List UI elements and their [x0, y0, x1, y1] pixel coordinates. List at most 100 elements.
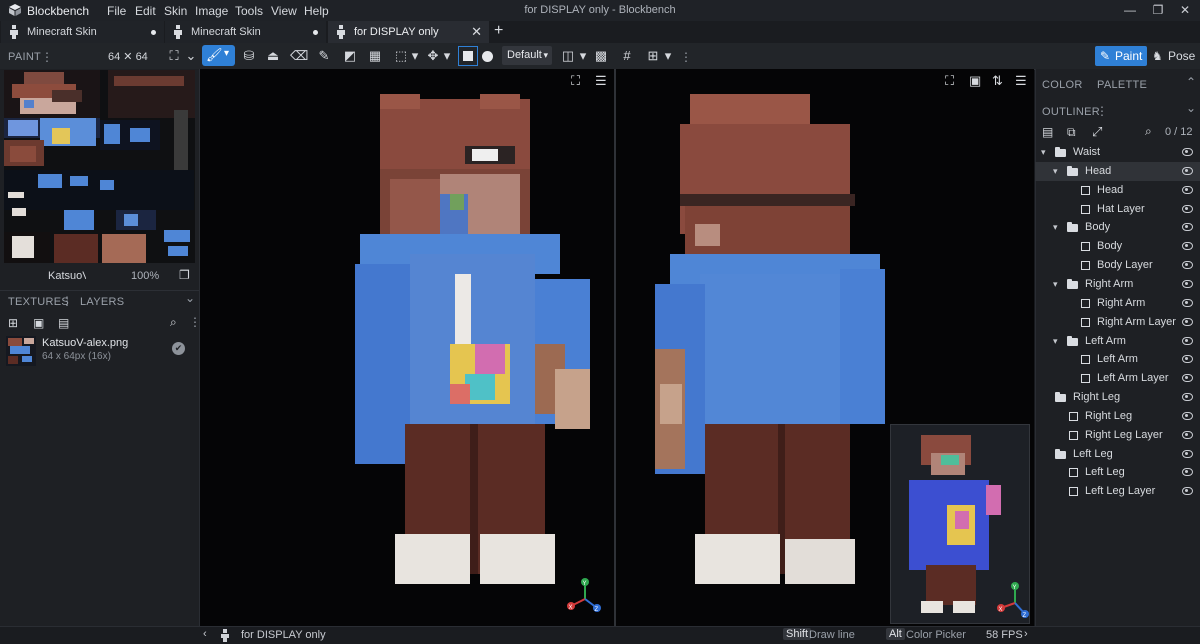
visibility-eye-icon[interactable] — [1182, 223, 1193, 231]
search-icon[interactable]: ⌕ — [1145, 124, 1152, 139]
fullscreen-icon[interactable]: ⛶ — [571, 73, 580, 89]
outliner-row[interactable]: Left Arm — [1035, 350, 1200, 369]
axis-gizmo-icon[interactable]: Y X Z — [995, 579, 1035, 619]
chevron-down-icon[interactable]: ▾ — [1053, 275, 1058, 294]
outliner-row[interactable]: Right Leg — [1035, 388, 1200, 407]
visibility-eye-icon[interactable] — [1182, 337, 1193, 345]
outliner-row[interactable]: ▾ Waist — [1035, 143, 1200, 162]
visibility-eye-icon[interactable] — [1182, 280, 1193, 288]
visibility-eye-icon[interactable] — [1182, 186, 1193, 194]
outliner-row[interactable]: Body — [1035, 237, 1200, 256]
texture-list-item[interactable]: KatsuoV-alex.png 64 x 64px (16x) ✔ — [0, 334, 199, 366]
outliner-row[interactable]: ▾ Head — [1035, 162, 1200, 181]
add-cube-icon[interactable]: ▤ — [1042, 125, 1053, 139]
tab-minecraft-skin-1[interactable]: Minecraft Skin — [1, 21, 164, 43]
visibility-eye-icon[interactable] — [1182, 148, 1193, 156]
outliner-row[interactable]: Right Arm Layer — [1035, 313, 1200, 332]
tab-textures[interactable]: TEXTURES — [8, 296, 69, 308]
sort-icon[interactable]: ⇅ — [992, 73, 1003, 89]
square-brush-button[interactable] — [458, 46, 478, 66]
paint-menu-icon[interactable]: ⋮ — [41, 50, 53, 64]
view-menu-icon[interactable]: ☰ — [1015, 73, 1027, 89]
outliner-row[interactable]: Left Leg — [1035, 463, 1200, 482]
tab-minecraft-skin-2[interactable]: Minecraft Skin — [165, 21, 326, 43]
visibility-eye-icon[interactable] — [1182, 431, 1193, 439]
check-icon[interactable]: ✔ — [172, 342, 185, 355]
chevron-down-icon[interactable]: ▾ — [1053, 162, 1058, 181]
visibility-eye-icon[interactable] — [1182, 205, 1193, 213]
grid-icon[interactable]: # — [618, 47, 636, 65]
outliner-row[interactable]: ▾ Right Arm — [1035, 275, 1200, 294]
visibility-eye-icon[interactable] — [1182, 393, 1193, 401]
eraser-icon[interactable]: ⌫ — [290, 47, 308, 65]
eyedropper-icon[interactable]: ✎ — [315, 47, 333, 65]
axis-gizmo-icon[interactable]: Y X Z — [565, 574, 605, 614]
texture-folder-icon[interactable]: ▤ — [58, 316, 69, 330]
add-texture-icon[interactable]: ⊞ — [8, 316, 18, 330]
visibility-eye-icon[interactable] — [1182, 261, 1193, 269]
outliner-row[interactable]: ▾ Body — [1035, 218, 1200, 237]
outliner-row[interactable]: Left Arm Layer — [1035, 369, 1200, 388]
close-tab-icon[interactable]: ✕ — [471, 21, 482, 43]
outliner-menu-icon[interactable]: ⋮ — [1096, 104, 1108, 118]
outliner-row[interactable]: Body Layer — [1035, 256, 1200, 275]
maximize-icon[interactable]: ❐ — [1143, 1, 1173, 19]
chevron-up-icon[interactable]: ⌃ — [1186, 75, 1196, 89]
expand-icon[interactable]: ⤢ — [1092, 124, 1102, 140]
visibility-eye-icon[interactable] — [1182, 355, 1193, 363]
minimize-icon[interactable]: — — [1115, 1, 1145, 19]
chevron-down-icon[interactable]: ▾ — [438, 47, 456, 65]
brush-tool-button[interactable]: 🖌 ▾ — [202, 45, 235, 66]
checkerboard-icon[interactable]: ▩ — [592, 47, 610, 65]
fit-view-icon[interactable]: ⛶ — [165, 47, 183, 65]
visibility-eye-icon[interactable] — [1182, 299, 1193, 307]
outliner-row[interactable]: Right Leg Layer — [1035, 426, 1200, 445]
stamp-icon[interactable]: ⏏ — [264, 47, 282, 65]
outliner-row[interactable]: Head — [1035, 181, 1200, 200]
tab-color[interactable]: COLOR — [1042, 79, 1083, 91]
outliner-row[interactable]: ▾ Left Arm — [1035, 332, 1200, 351]
visibility-eye-icon[interactable] — [1182, 167, 1193, 175]
chevron-down-icon[interactable]: ▾ — [1053, 218, 1058, 237]
chevron-down-icon[interactable]: ⌄ — [1186, 101, 1196, 115]
visibility-eye-icon[interactable] — [1182, 318, 1193, 326]
view-menu-icon[interactable]: ☰ — [595, 73, 607, 89]
chevron-down-icon[interactable]: ▾ — [574, 47, 592, 65]
visibility-eye-icon[interactable] — [1182, 242, 1193, 250]
copy-brush-icon[interactable]: ▦ — [366, 47, 384, 65]
3d-viewport[interactable]: ⛶ ☰ ⛶ ▣ ⇅ ☰ Y X Z Y X Z — [200, 69, 1034, 626]
screenshot-icon[interactable]: ▣ — [969, 73, 981, 89]
pose-mode-button[interactable]: ♞ Pose — [1152, 46, 1198, 66]
chevron-down-icon[interactable]: ▾ — [1053, 332, 1058, 351]
import-texture-icon[interactable]: ▣ — [33, 316, 44, 330]
visibility-eye-icon[interactable] — [1182, 412, 1193, 420]
close-window-icon[interactable]: ✕ — [1170, 1, 1200, 19]
shape-tool-icon[interactable]: ◩ — [341, 47, 359, 65]
outliner-row[interactable]: Left Leg Layer — [1035, 482, 1200, 501]
visibility-eye-icon[interactable] — [1182, 468, 1193, 476]
brush-mode-select[interactable]: Default ▾ — [502, 46, 552, 65]
viewport-split-divider[interactable] — [614, 69, 616, 626]
visibility-eye-icon[interactable] — [1182, 450, 1193, 458]
visibility-eye-icon[interactable] — [1182, 487, 1193, 495]
paint-mode-button[interactable]: ✎ Paint — [1095, 46, 1147, 66]
tab-for-display-only[interactable]: for DISPLAY only ✕ — [328, 21, 489, 43]
chevron-down-icon[interactable]: ⌄ — [182, 47, 200, 65]
visibility-eye-icon[interactable] — [1182, 374, 1193, 382]
fullscreen-icon[interactable]: ⛶ — [945, 73, 954, 89]
chevron-left-icon[interactable]: ‹ — [203, 628, 207, 640]
tab-palette[interactable]: PALETTE — [1097, 79, 1147, 91]
search-icon[interactable]: ⌕ — [170, 315, 177, 330]
outliner-row[interactable]: Right Arm — [1035, 294, 1200, 313]
tab-layers[interactable]: LAYERS — [80, 296, 124, 308]
chevron-down-icon[interactable]: ▾ — [1041, 143, 1046, 162]
texture-preview[interactable] — [4, 70, 195, 263]
copy-icon[interactable]: ❐ — [179, 268, 190, 282]
outliner-row[interactable]: Hat Layer — [1035, 200, 1200, 219]
new-tab-icon[interactable]: + — [494, 22, 503, 40]
chevron-down-icon[interactable]: ⌄ — [185, 291, 195, 305]
outliner-row[interactable]: Right Leg — [1035, 407, 1200, 426]
toolbar-menu-icon[interactable]: ⋮ — [680, 50, 692, 64]
chevron-down-icon[interactable]: ▾ — [406, 47, 424, 65]
chevron-down-icon[interactable]: ▾ — [659, 47, 677, 65]
